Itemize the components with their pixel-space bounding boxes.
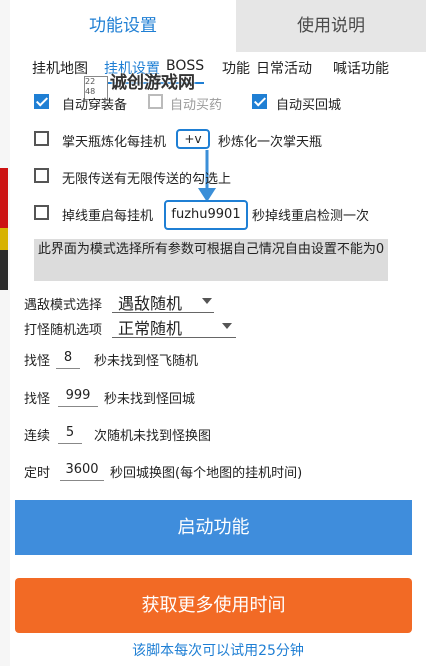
subnav-item-function[interactable]: 功能 [222,58,250,78]
infinite-teleport-checkbox[interactable] [34,168,49,183]
setting-timer-underline [60,480,104,481]
auto-wear-checkbox[interactable] [34,94,49,109]
get-more-time-button[interactable]: 获取更多使用时间 [15,578,412,633]
notice-banner: 此界面为模式选择所有参数可根据自己情况自由设置不能为0 [34,239,388,281]
setting-return-city-label: 找怪 [24,392,51,407]
monster-random-chevron-down-icon [222,323,232,329]
enemy-mode-select[interactable]: 遇敌随机 [118,290,182,314]
setting-timer-suffix: 秒回城换图(每个地图的挂机时间) [110,466,303,481]
watermark-text: 诚创游戏网 [110,73,195,93]
auto-wear-label: 自动穿装备 [62,98,128,113]
palm-bottle-checkbox[interactable] [34,131,49,146]
subnav-item-map[interactable]: 挂机地图 [32,58,88,78]
trial-notice: 该脚本每次可以试用25分钟 [132,643,304,659]
auto-buy-return-label: 自动买回城 [276,98,342,113]
setting-change-map-underline [58,443,82,444]
palm-bottle-label: 掌天瓶炼化每挂机 [62,135,167,150]
reconnect-suffix: 秒掉线重启检测一次 [252,209,370,224]
auto-buy-medicine-checkbox[interactable] [148,94,163,109]
monster-random-underline [112,337,236,338]
tab-function-settings[interactable]: 功能设置 [10,0,236,52]
setting-return-city-input[interactable]: 999 [58,388,98,403]
setting-fly-random-suffix: 秒未找到怪飞随机 [94,354,199,369]
setting-return-city-suffix: 秒未找到怪回城 [104,392,196,407]
monster-random-select[interactable]: 正常随机 [118,315,182,339]
monster-random-label: 打怪随机选项 [24,323,103,338]
background-app-strip [0,0,10,666]
background-app-dark-block [0,250,8,290]
infinite-teleport-label: 无限传送有无限传送的勾选上 [62,172,232,187]
palm-bottle-seconds-input[interactable]: +v [176,129,210,149]
setting-change-map-input[interactable]: 5 [58,425,82,440]
setting-change-map-label: 连续 [24,429,51,444]
auto-buy-medicine-label: 自动买药 [170,98,223,113]
enemy-mode-underline [112,312,214,313]
setting-timer-label: 定时 [24,466,51,481]
setting-return-city-underline [58,406,98,407]
background-app-yellow-block [0,228,8,250]
start-function-button[interactable]: 启动功能 [15,500,412,555]
subnav-item-shout[interactable]: 喊话功能 [333,58,389,78]
tab-usage-instructions[interactable]: 使用说明 [236,0,426,52]
auto-buy-return-checkbox[interactable] [252,94,267,109]
palm-bottle-suffix: 秒炼化一次掌天瓶 [218,135,323,150]
enemy-mode-label: 遇敌模式选择 [24,298,103,313]
sub-navigation: 挂机地图 挂机设置 BOSS 功能 日常活动 喊话功能 [0,58,426,84]
enemy-mode-chevron-down-icon [202,298,212,304]
background-app-red-block [0,168,8,230]
reconnect-label: 掉线重启每挂机 [62,209,154,224]
setting-fly-random-underline [56,368,80,369]
setting-timer-input[interactable]: 3600 [60,462,104,477]
setting-fly-random-label: 找怪 [24,354,51,369]
setting-fly-random-input[interactable]: 8 [56,350,80,365]
reconnect-checkbox[interactable] [34,205,49,220]
reconnect-seconds-input[interactable]: fuzhu9901 [164,200,248,230]
subnav-item-daily[interactable]: 日常活动 [256,58,312,78]
setting-change-map-suffix: 次随机未找到怪换图 [94,429,212,444]
